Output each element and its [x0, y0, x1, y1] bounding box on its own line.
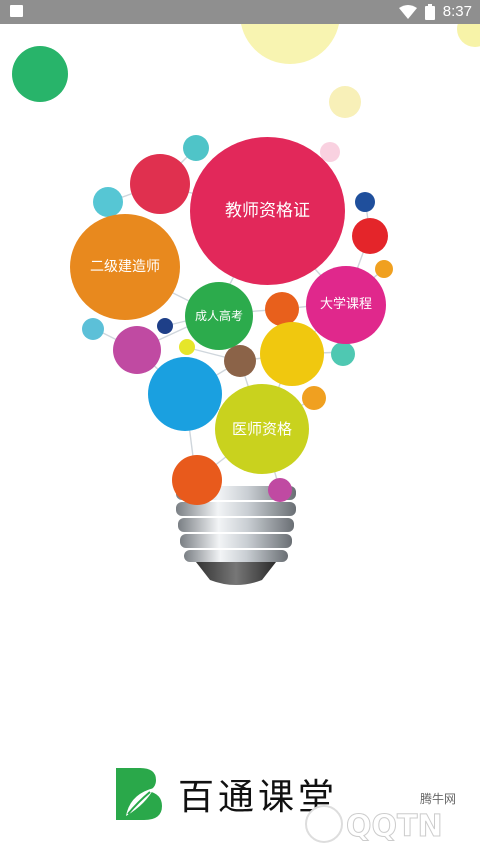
- bubble-teacher-cert-label: 教师资格证: [225, 200, 310, 221]
- clock: 8:37: [442, 3, 472, 20]
- bubble-adult-exam: 成人高考: [185, 282, 253, 350]
- wifi-icon: [398, 5, 417, 19]
- bubble-college-course: 大学课程: [306, 266, 386, 344]
- status-icons: 8:37: [398, 3, 472, 21]
- brand-logo-icon: [116, 768, 162, 820]
- bubble-college-course-label: 大学课程: [319, 297, 372, 313]
- bubble-medical-cert: 医师资格: [215, 384, 309, 474]
- watermark: QQTN 腾牛网: [302, 790, 472, 848]
- bubble-medical-cert-label: 医师资格: [231, 420, 292, 438]
- bubble-builder-level2: 二级建造师: [70, 214, 180, 320]
- bubble-teacher-cert: 教师资格证: [190, 137, 345, 285]
- splash-screen: 教师资格证 二级建造师 成人高考 大学课程 医师资格 百通课堂 QQTN 腾牛网: [0, 24, 480, 854]
- svg-text:QQTN: QQTN: [346, 809, 443, 844]
- status-bar: 8:37: [0, 0, 480, 24]
- bubble-builder-level2-label: 二级建造师: [90, 258, 160, 275]
- notification-icon: [10, 5, 23, 17]
- battery-icon: [424, 4, 435, 20]
- bubble-adult-exam-label: 成人高考: [194, 308, 243, 323]
- watermark-small-text: 腾牛网: [417, 790, 458, 807]
